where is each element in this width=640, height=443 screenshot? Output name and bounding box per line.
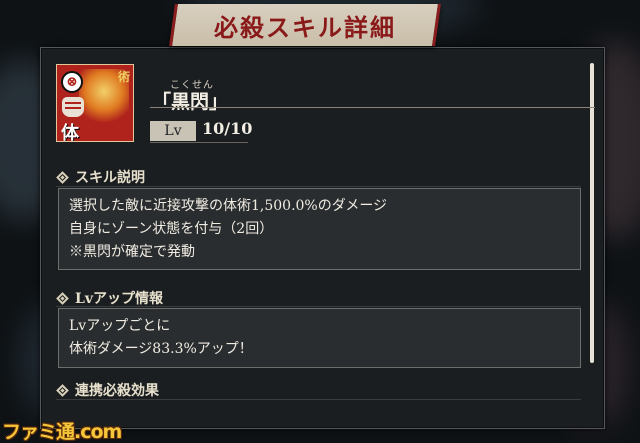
page-title: 必殺スキル詳細	[214, 12, 396, 42]
rank-mark: 術	[117, 70, 130, 84]
description-line: 選択した敵に近接攻撃の体術1,500.0%のダメージ	[69, 198, 388, 214]
section-combo-effect-header: 連携必殺効果	[56, 380, 159, 400]
attribute-kanji: 体	[61, 123, 79, 142]
level-label: Lv	[150, 121, 196, 141]
scrollbar[interactable]	[590, 63, 594, 363]
divider	[150, 142, 248, 143]
divider	[150, 107, 595, 108]
level-value: 10/10	[202, 119, 253, 138]
divider	[56, 186, 581, 187]
level-up-info-box: Lvアップごとに 体術ダメージ83.3%アップ！	[58, 308, 581, 368]
section-level-up-header: Lvアップ情報	[56, 288, 163, 308]
description-line: Lvアップごとに	[69, 318, 171, 334]
type-badge-icon: ⊗	[61, 71, 83, 93]
section-heading: スキル説明	[75, 170, 145, 186]
description-line: 体術ダメージ83.3%アップ！	[69, 341, 253, 357]
section-heading: Lvアップ情報	[75, 291, 163, 307]
section-skill-description-header: スキル説明	[56, 167, 145, 187]
skill-description-box: 選択した敵に近接攻撃の体術1,500.0%のダメージ 自身にゾーン状態を付与（2…	[58, 188, 581, 270]
diamond-bullet-icon	[56, 291, 69, 305]
watermark-logo: ファミ通.com	[2, 421, 122, 443]
diamond-bullet-icon	[56, 383, 69, 397]
divider	[56, 399, 581, 400]
description-line: ※黒閃が確定で発動	[69, 244, 195, 260]
divider	[56, 306, 581, 307]
diamond-bullet-icon	[56, 170, 69, 184]
description-line: 自身にゾーン状態を付与（2回）	[69, 221, 274, 237]
skill-name: 「黒閃」	[152, 91, 229, 113]
fist-icon	[62, 97, 84, 117]
skill-icon: ⊗ 術 体	[56, 64, 134, 142]
section-heading: 連携必殺効果	[75, 383, 159, 399]
